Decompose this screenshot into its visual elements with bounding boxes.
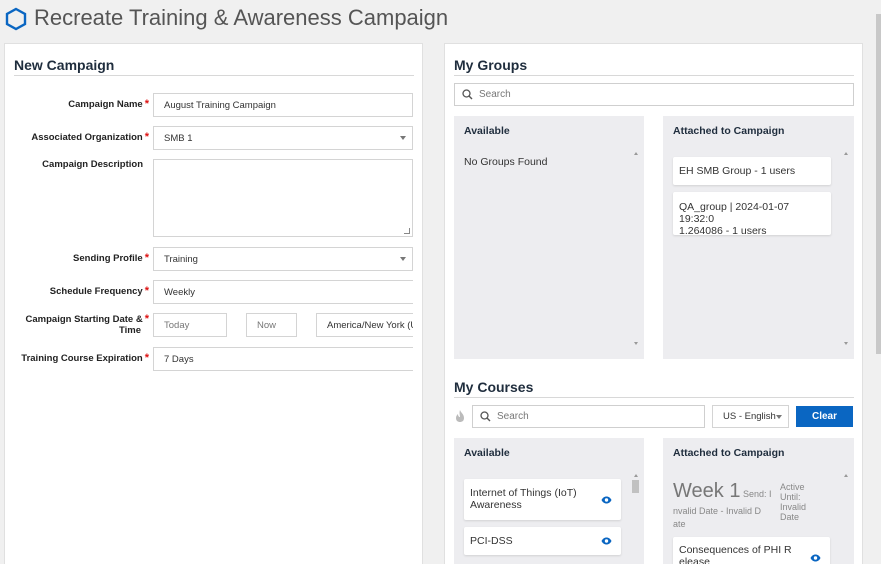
scroll-down-icon[interactable]	[634, 342, 638, 345]
scroll-up-icon[interactable]	[844, 152, 848, 155]
sending-profile-label: Sending Profile *	[73, 252, 149, 265]
eye-icon[interactable]	[601, 537, 612, 545]
search-icon	[480, 411, 491, 422]
course-item[interactable]: PCI-DSS	[464, 527, 621, 555]
organization-select[interactable]: SMB 1	[153, 126, 413, 150]
description-label: Campaign Description	[42, 159, 143, 170]
courses-search-input[interactable]: Search	[472, 405, 705, 428]
groups-available-list[interactable]: Available No Groups Found	[454, 116, 644, 359]
scrollbar-thumb[interactable]	[632, 480, 639, 493]
clear-button[interactable]: Clear	[796, 406, 853, 427]
groups-divider	[454, 75, 854, 76]
campaign-name-input[interactable]: August Training Campaign	[153, 93, 413, 117]
courses-attached-list[interactable]: Attached to Campaign Week 1 Send: I nval…	[663, 438, 854, 564]
courses-attached-title: Attached to Campaign	[673, 447, 785, 459]
eye-icon[interactable]	[601, 496, 612, 504]
my-courses-title: My Courses	[454, 379, 534, 395]
groups-attached-title: Attached to Campaign	[673, 125, 785, 137]
timezone-select[interactable]: America/New York (U	[316, 313, 413, 337]
campaign-name-label: Campaign Name *	[68, 98, 149, 111]
right-panel: My Groups Search Available No Groups Fou…	[444, 43, 863, 564]
language-select[interactable]: US - English	[712, 405, 789, 428]
week-dates: nvalid Date - Invalid D ate	[673, 506, 762, 529]
attached-group-item[interactable]: EH SMB Group - 1 users	[673, 157, 831, 185]
scroll-up-icon[interactable]	[634, 474, 638, 477]
window-scrollbar-thumb[interactable]	[876, 14, 881, 354]
sending-profile-select[interactable]: Training	[153, 247, 413, 271]
flame-icon[interactable]	[455, 409, 465, 423]
active-until-text: Active Until: Invalid Date	[780, 482, 807, 522]
my-groups-title: My Groups	[454, 57, 528, 73]
resize-handle-icon[interactable]	[404, 228, 410, 234]
week-heading: Week 1 Send: I	[673, 480, 772, 502]
scroll-up-icon[interactable]	[844, 474, 848, 477]
chevron-down-icon	[776, 414, 782, 419]
frequency-label: Schedule Frequency *	[49, 285, 149, 298]
attached-course-item[interactable]: Consequences of PHI R elease	[673, 537, 830, 564]
attached-group-item[interactable]: QA_group | 2024-01-07 19:32:0 1.264086 -…	[673, 192, 831, 237]
courses-available-list[interactable]: Available Internet of Things (IoT) Aware…	[454, 438, 644, 564]
organization-label: Associated Organization *	[31, 131, 149, 144]
frequency-select[interactable]: Weekly	[153, 280, 413, 304]
title-divider	[14, 75, 414, 76]
description-textarea[interactable]	[153, 159, 413, 237]
start-date-input[interactable]: Today	[153, 313, 227, 337]
start-datetime-label: Campaign Starting Date & * Time	[25, 313, 149, 337]
chevron-down-icon	[400, 136, 406, 140]
scroll-up-icon[interactable]	[634, 152, 638, 155]
groups-empty-message: No Groups Found	[464, 156, 548, 168]
scroll-down-icon[interactable]	[844, 342, 848, 345]
eye-icon[interactable]	[810, 554, 821, 562]
groups-attached-list[interactable]: Attached to Campaign EH SMB Group - 1 us…	[663, 116, 854, 359]
hexagon-icon	[5, 7, 27, 31]
courses-available-title: Available	[464, 447, 510, 459]
page-title: Recreate Training & Awareness Campaign	[34, 5, 449, 30]
search-icon	[462, 89, 473, 100]
expiration-label: Training Course Expiration *	[21, 352, 149, 365]
new-campaign-title: New Campaign	[14, 57, 115, 73]
groups-available-title: Available	[464, 125, 510, 137]
expiration-select[interactable]: 7 Days	[153, 347, 413, 371]
courses-divider	[454, 397, 854, 398]
start-time-input[interactable]: Now	[246, 313, 297, 337]
new-campaign-panel: New Campaign Campaign Name * August Train…	[4, 43, 423, 564]
groups-search-input[interactable]: Search	[454, 83, 854, 106]
course-item[interactable]: Internet of Things (IoT) Awareness	[464, 479, 621, 520]
page-header: Recreate Training & Awareness Campaign	[0, 0, 881, 38]
chevron-down-icon	[400, 257, 406, 261]
